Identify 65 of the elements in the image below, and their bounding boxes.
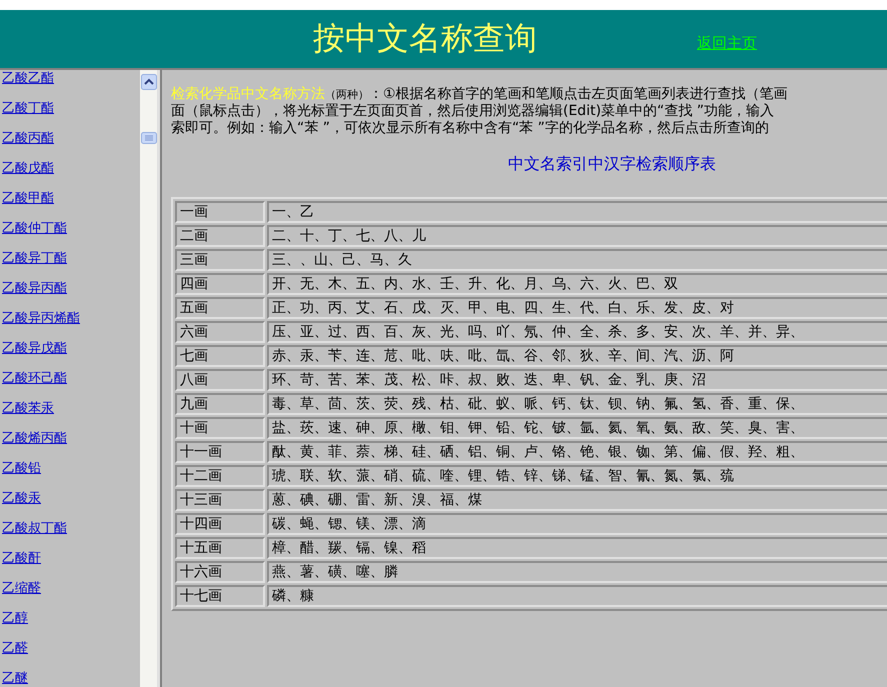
characters-cell: 酞、黄、菲、萘、梯、硅、硒、铝、铜、卢、铬、铯、银、铷、第、偏、假、羟、粗、 <box>267 441 887 463</box>
stroke-count-cell: 八画 <box>175 369 265 391</box>
stroke-count-cell: 四画 <box>175 273 265 295</box>
sidebar-link[interactable]: 乙醛 <box>2 640 28 658</box>
characters-cell: 三、、山、己、马、久 <box>267 249 887 271</box>
stroke-count-cell: 十六画 <box>175 561 265 583</box>
sidebar-link[interactable]: 乙缩醛 <box>2 580 41 598</box>
stroke-count-cell: 十一画 <box>175 441 265 463</box>
sidebar-link[interactable]: 乙酸异戊酯 <box>2 340 67 358</box>
sidebar-link[interactable]: 乙酸甲酯 <box>2 190 54 208</box>
sidebar-link[interactable]: 乙酸仲丁酯 <box>2 220 67 238</box>
instruction-text: ：①根据名称首字的笔画和笔顺点击左页面笔画列表进行查找（笔画 <box>369 86 788 102</box>
stroke-count-cell: 十二画 <box>175 465 265 487</box>
instruction-text: 索即可。例如：输入“苯 ”，可依次显示所有名称中含有“苯 ”字的化学品名称，然后点击所查询的 <box>171 120 770 137</box>
characters-cell: 蒽、碘、硼、雷、新、溴、福、煤 <box>267 489 887 511</box>
stroke-count-cell: 七画 <box>175 345 265 367</box>
stroke-count-cell: 十五画 <box>175 537 265 559</box>
method-note: （两种） <box>325 88 369 101</box>
characters-cell: 正、功、丙、艾、石、戊、灭、甲、电、四、生、代、白、乐、发、皮、对 <box>267 297 887 319</box>
characters-cell: 碳、蝇、锶、镁、漂、滴 <box>267 513 887 535</box>
characters-cell: 压、亚、过、西、百、灰、光、吗、吖、氖、仲、全、杀、多、安、次、羊、并、异、 <box>267 321 887 343</box>
stroke-count-cell: 五画 <box>175 297 265 319</box>
characters-cell: 赤、汞、苄、连、苊、吡、呋、吡、氙、谷、邻、狄、辛、间、汽、沥、阿 <box>267 345 887 367</box>
sidebar-link[interactable]: 乙酸乙酯 <box>2 70 54 88</box>
sidebar-link[interactable]: 乙酸叔丁酯 <box>2 520 67 538</box>
page-title: 按中文名称查询 <box>313 19 537 58</box>
home-link[interactable]: 返回主页 <box>697 34 757 52</box>
sidebar-link[interactable]: 乙酸铅 <box>2 460 41 478</box>
characters-cell: 燕、薯、磺、噻、膦 <box>267 561 887 583</box>
sidebar-link[interactable]: 乙酸苯汞 <box>2 400 54 418</box>
stroke-count-cell: 十画 <box>175 417 265 439</box>
characters-cell: 盐、莰、速、砷、原、橄、钼、钾、铅、铊、铍、氩、氦、氧、氨、敌、笑、臭、害、 <box>267 417 887 439</box>
sidebar-link[interactable]: 乙酸异丙酯 <box>2 280 67 298</box>
sidebar-link[interactable]: 乙酸环己酯 <box>2 370 67 388</box>
characters-cell: 开、无、木、五、内、水、壬、升、化、月、乌、六、火、巴、双 <box>267 273 887 295</box>
stroke-count-cell: 十三画 <box>175 489 265 511</box>
characters-cell: 樟、醋、羰、镉、镍、稻 <box>267 537 887 559</box>
method-heading: 检索化学品中文名称方法 <box>171 86 325 102</box>
sidebar-link[interactable]: 乙酸异丙烯酯 <box>2 310 80 328</box>
stroke-count-cell: 三画 <box>175 249 265 271</box>
characters-cell: 琥、联、软、蒎、硝、硫、喹、锂、锆、锌、锑、锰、智、氰、氮、氯、巯 <box>267 465 887 487</box>
characters-cell: 二、十、丁、七、八、儿 <box>267 225 887 247</box>
sidebar-link[interactable]: 乙酸烯丙酯 <box>2 430 67 448</box>
sidebar-link[interactable]: 乙醇 <box>2 610 28 628</box>
characters-cell: 环、苛、苦、苯、茂、松、咔、叔、败、迭、卑、钒、金、乳、庚、沼 <box>267 369 887 391</box>
characters-cell: 一、乙 <box>267 201 887 223</box>
stroke-count-cell: 九画 <box>175 393 265 415</box>
sidebar-link[interactable]: 乙酸异丁酯 <box>2 250 67 268</box>
sidebar-link[interactable]: 乙酸酐 <box>2 550 41 568</box>
stroke-count-cell: 十四画 <box>175 513 265 535</box>
stroke-count-cell: 一画 <box>175 201 265 223</box>
scroll-up-icon[interactable] <box>140 74 156 90</box>
instruction-text: 面（鼠标点击），将光标置于左页面页首，然后使用浏览器编辑(Edit)菜单中的“查找 ”功能，输入 <box>171 103 775 120</box>
stroke-count-cell: 六画 <box>175 321 265 343</box>
sidebar-link[interactable]: 乙醚 <box>2 670 28 687</box>
characters-cell: 磷、糠 <box>267 585 887 607</box>
characters-cell: 毒、草、茴、茨、荧、残、枯、砒、蚁、哌、钙、钛、钡、钠、氟、氢、香、重、保、 <box>267 393 887 415</box>
sidebar-link[interactable]: 乙酸汞 <box>2 490 41 508</box>
sidebar-link[interactable]: 乙酸丙酯 <box>2 130 54 148</box>
table-title: 中文名索引中汉字检索顺序表 <box>508 154 716 175</box>
stroke-count-cell: 十七画 <box>175 585 265 607</box>
stroke-count-cell: 二画 <box>175 225 265 247</box>
sidebar-link[interactable]: 乙酸丁酯 <box>2 100 54 118</box>
scrollbar-thumb[interactable] <box>140 132 156 144</box>
sidebar-link[interactable]: 乙酸戊酯 <box>2 160 54 178</box>
